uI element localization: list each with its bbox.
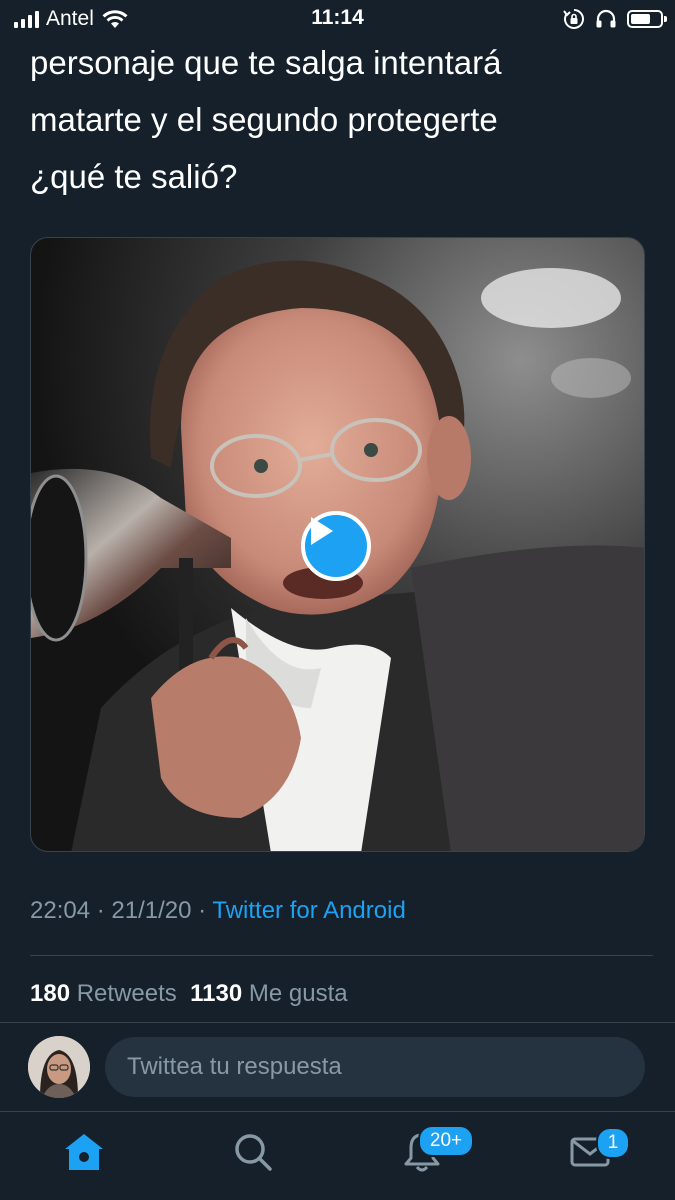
likes-label: Me gusta: [248, 980, 348, 1007]
notifications-badge: 20+: [418, 1125, 474, 1157]
orientation-lock-icon: [563, 9, 584, 29]
avatar-image: [28, 1036, 90, 1098]
messages-badge: 1: [596, 1127, 630, 1159]
tweet-media-gif[interactable]: [30, 237, 645, 852]
home-icon: [65, 1134, 103, 1170]
avatar[interactable]: [28, 1036, 90, 1098]
status-bar: Antel 11:14: [0, 0, 675, 38]
meta-separator: ·: [191, 897, 213, 924]
reply-input[interactable]: [105, 1037, 645, 1097]
play-icon: [311, 517, 333, 545]
battery-icon: [627, 10, 667, 28]
likes-count: 1130: [190, 980, 243, 1007]
play-button[interactable]: [301, 511, 371, 581]
tab-search[interactable]: [223, 1122, 283, 1182]
meta-separator: ·: [90, 897, 112, 924]
tab-bar: 20+ 1: [0, 1112, 675, 1200]
tweet-text-line: personaje que te salga intentará: [30, 44, 502, 81]
tweet-stats: 180 Retweets 1130 Me gusta: [30, 980, 348, 1008]
tweet-text: personaje que te salga intentará matarte…: [30, 34, 650, 205]
retweets-label: Retweets: [76, 980, 177, 1007]
retweets-count: 180: [30, 980, 71, 1007]
tweet-date: 21/1/20: [111, 897, 192, 924]
tab-home[interactable]: [54, 1122, 114, 1182]
tweet-source-link[interactable]: Twitter for Android: [212, 897, 405, 924]
likes-stat[interactable]: 1130 Me gusta: [190, 980, 347, 1007]
reply-bar: [0, 1022, 675, 1112]
headphones-icon: [596, 9, 616, 28]
tweet-meta: 22:04 · 21/1/20 · Twitter for Android: [30, 897, 406, 925]
tweet-time: 22:04: [30, 897, 91, 924]
divider: [30, 955, 653, 956]
retweets-stat[interactable]: 180 Retweets: [30, 980, 177, 1007]
search-icon: [235, 1134, 272, 1171]
tweet-text-line: ¿qué te salió?: [30, 158, 238, 195]
tweet-text-line: matarte y el segundo protegerte: [30, 101, 498, 138]
